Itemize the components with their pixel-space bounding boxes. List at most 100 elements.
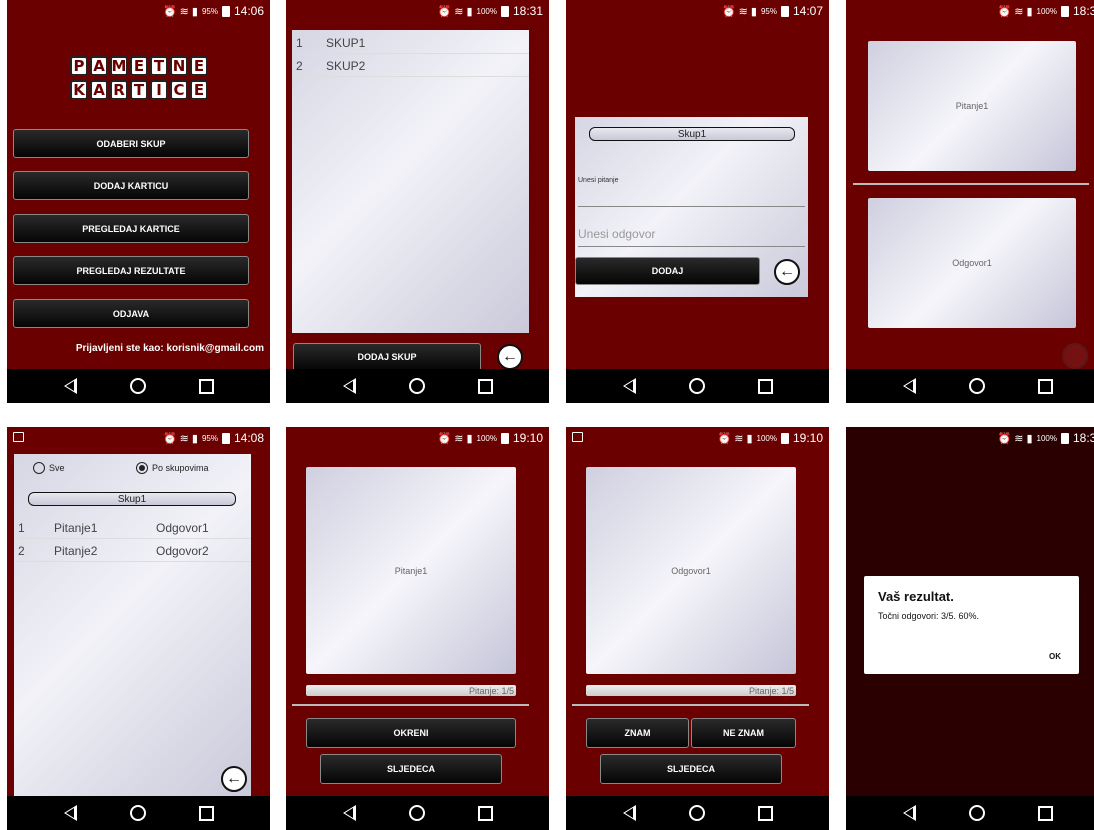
- alarm-icon: ⏰: [437, 432, 452, 445]
- radio-checked-icon: [136, 462, 148, 474]
- know-button[interactable]: ZNAM: [586, 718, 689, 748]
- logo-letter: A: [90, 80, 108, 100]
- nav-home-icon[interactable]: [129, 378, 146, 394]
- status-time: 18:39: [1072, 431, 1094, 445]
- battery-icon: [780, 5, 789, 17]
- add-button[interactable]: DODAJ: [575, 257, 760, 285]
- status-bar: ⏰ ≋ ▮ 95% 14:07: [566, 0, 829, 22]
- image-notification-icon: [13, 432, 24, 442]
- logout-button[interactable]: ODJAVA: [13, 299, 249, 328]
- nav-home-icon[interactable]: [408, 805, 425, 821]
- nav-home-icon[interactable]: [968, 805, 985, 821]
- add-set-button[interactable]: DODAJ SKUP: [293, 343, 481, 371]
- battery-percent: 100%: [1036, 433, 1057, 443]
- next-button[interactable]: SLJEDECA: [320, 754, 502, 784]
- nav-back-icon[interactable]: [902, 805, 916, 821]
- nav-home-icon[interactable]: [129, 805, 146, 821]
- nav-back-icon[interactable]: [622, 378, 636, 394]
- nav-home-icon[interactable]: [688, 378, 705, 394]
- battery-percent: 100%: [1036, 6, 1057, 16]
- next-button[interactable]: SLJEDECA: [600, 754, 782, 784]
- logo-letter: P: [70, 56, 88, 76]
- radio-by-set[interactable]: Po skupovima: [136, 462, 209, 474]
- nav-back-icon[interactable]: [342, 805, 356, 821]
- back-arrow-icon[interactable]: ←: [774, 259, 800, 285]
- add-card-button[interactable]: DODAJ KARTICU: [13, 171, 249, 200]
- nav-back-icon[interactable]: [342, 378, 356, 394]
- status-time: 18:34: [1072, 4, 1094, 18]
- back-arrow-icon[interactable]: ←: [1062, 343, 1088, 369]
- alarm-icon: ⏰: [437, 5, 452, 18]
- back-arrow-icon[interactable]: ←: [221, 766, 247, 792]
- nav-recent-icon[interactable]: [757, 805, 773, 821]
- nav-bar: [7, 369, 270, 403]
- question-card: Pitanje1: [868, 41, 1076, 171]
- status-time: 14:08: [233, 431, 264, 445]
- alarm-icon: ⏰: [997, 432, 1012, 445]
- nav-back-icon[interactable]: [63, 378, 77, 394]
- screen-card-list: ⏰ ≋ ▮ 95% 14:08 Sve Po skupovima Skup1 1 P…: [7, 427, 270, 830]
- nav-bar: [846, 796, 1094, 830]
- quiz-card[interactable]: Pitanje1: [306, 467, 516, 674]
- set-list-panel: 1 SKUP1 2 SKUP2: [292, 30, 529, 333]
- nav-back-icon[interactable]: [902, 378, 916, 394]
- nav-recent-icon[interactable]: [198, 378, 214, 394]
- status-time: 14:07: [792, 4, 823, 18]
- nav-recent-icon[interactable]: [477, 805, 493, 821]
- list-item[interactable]: 1 SKUP1: [292, 32, 529, 54]
- quiz-card[interactable]: Odgovor1: [586, 467, 796, 674]
- nav-recent-icon[interactable]: [198, 805, 214, 821]
- question-field[interactable]: Unesi pitanje: [578, 177, 805, 207]
- nav-home-icon[interactable]: [408, 378, 425, 394]
- ok-button[interactable]: OK: [1049, 652, 1061, 661]
- nav-bar: [566, 796, 829, 830]
- set-selector[interactable]: Skup1: [589, 127, 795, 141]
- nav-back-icon[interactable]: [63, 805, 77, 821]
- nav-recent-icon[interactable]: [1037, 378, 1053, 394]
- radio-all[interactable]: Sve: [33, 462, 65, 474]
- logo-letter: T: [150, 56, 168, 76]
- status-time: 18:31: [512, 4, 543, 18]
- table-row[interactable]: 2 Pitanje2 Odgovor2: [14, 540, 251, 562]
- divider: [572, 704, 809, 706]
- select-set-button[interactable]: ODABERI SKUP: [13, 129, 249, 158]
- answer-field[interactable]: Unesi odgovor: [578, 227, 805, 247]
- table-row[interactable]: 1 Pitanje1 Odgovor1: [14, 517, 251, 539]
- battery-icon: [500, 5, 509, 17]
- nav-recent-icon[interactable]: [1037, 805, 1053, 821]
- screen-set-list: ⏰ ≋ ▮ 100% 18:31 1 SKUP1 2 SKUP2 DODAJ SKU…: [286, 0, 549, 403]
- nav-recent-icon[interactable]: [757, 378, 773, 394]
- logo-letter: E: [190, 80, 208, 100]
- status-bar: ⏰ ≋ ▮ 100% 19:10: [286, 427, 549, 449]
- logo-letter: R: [110, 80, 128, 100]
- nav-back-icon[interactable]: [622, 805, 636, 821]
- battery-percent: 100%: [476, 433, 497, 443]
- signal-icon: ▮: [466, 432, 473, 445]
- divider: [853, 183, 1089, 185]
- battery-percent: 95%: [201, 6, 218, 16]
- set-selector[interactable]: Skup1: [28, 492, 236, 506]
- dont-know-button[interactable]: NE ZNAM: [691, 718, 796, 748]
- wifi-icon: ≋: [738, 5, 748, 18]
- question-progress: Pitanje: 1/5: [586, 685, 796, 696]
- flip-button[interactable]: OKRENI: [306, 718, 516, 748]
- list-item[interactable]: 2 SKUP2: [292, 55, 529, 77]
- answer-card: Odgovor1: [868, 198, 1076, 328]
- question-progress: Pitanje: 1/5: [306, 685, 516, 696]
- nav-home-icon[interactable]: [968, 378, 985, 394]
- nav-recent-icon[interactable]: [477, 378, 493, 394]
- add-card-form: Skup1 Unesi pitanje Unesi odgovor DODAJ …: [575, 117, 808, 297]
- view-results-button[interactable]: PREGLEDAJ REZULTATE: [13, 256, 249, 285]
- back-arrow-icon[interactable]: ←: [497, 344, 523, 370]
- screen-main-menu: ⏰ ≋ ▮ 95% 14:06 PAMETNE KARTICE ODABERI SK…: [7, 0, 270, 403]
- login-status-text: Prijavljeni ste kao: korisnik@gmail.com: [75, 343, 264, 354]
- logo-letter: T: [130, 80, 148, 100]
- image-notification-icon: [572, 432, 583, 442]
- signal-icon: ▮: [466, 5, 473, 18]
- screen-result: ⏰≋▮ 100% 18:39 Vaš rezultat. Točni odgov…: [846, 427, 1094, 830]
- card-list-panel: Sve Po skupovima Skup1 1 Pitanje1 Odgovo…: [14, 454, 251, 797]
- screen-quiz-answer: ⏰ ≋ ▮ 100% 19:10 Odgovor1 Pitanje: 1/5 ZNA…: [566, 427, 829, 830]
- view-cards-button[interactable]: PREGLEDAJ KARTICE: [13, 214, 249, 243]
- nav-home-icon[interactable]: [688, 805, 705, 821]
- signal-icon: ▮: [746, 432, 753, 445]
